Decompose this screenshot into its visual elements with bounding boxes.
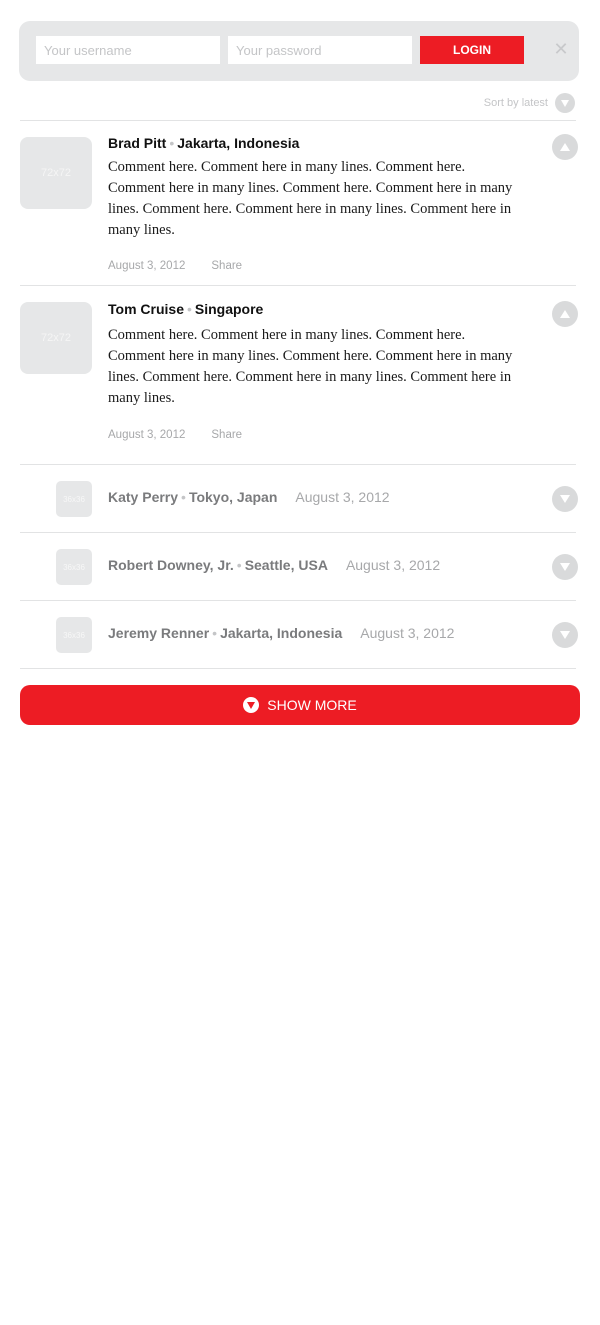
close-icon[interactable]: ✕: [553, 41, 569, 59]
author-location: Jakarta, Indonesia: [177, 135, 300, 151]
separator-dot: •: [181, 489, 186, 505]
comment-header: Robert Downey, Jr. • Seattle, USA August 3,…: [108, 557, 440, 573]
login-button[interactable]: LOGIN: [420, 36, 524, 64]
comment-header: Brad Pitt • Jakarta, Indonesia: [108, 135, 299, 151]
share-link[interactable]: Share: [211, 429, 242, 441]
show-more-label: SHOW MORE: [267, 697, 357, 713]
avatar[interactable]: 36x36: [56, 481, 92, 517]
author-name[interactable]: Robert Downey, Jr.: [108, 557, 234, 573]
expand-button[interactable]: [552, 486, 578, 512]
comment-meta: August 3, 2012 Share: [108, 429, 242, 441]
separator-dot: •: [169, 135, 175, 151]
separator-dot: •: [186, 301, 192, 317]
login-bar: LOGIN ✕: [19, 21, 579, 81]
triangle-down-icon: [560, 563, 570, 571]
author-location: Tokyo, Japan: [188, 489, 278, 505]
password-input[interactable]: [228, 36, 412, 64]
comment-text: Comment here. Comment here in many lines…: [108, 159, 513, 238]
chevron-down-icon: [243, 697, 260, 713]
comment-text: Comment here. Comment here in many lines…: [108, 327, 513, 406]
collapsed-comment-row[interactable]: 36x36 Robert Downey, Jr. • Seattle, USA Aug…: [0, 533, 600, 601]
comment-date: August 3, 2012: [345, 557, 441, 573]
comment-header: Tom Cruise • Singapore: [108, 301, 263, 317]
author-name[interactable]: Katy Perry: [108, 489, 178, 505]
author-location: Seattle, USA: [244, 557, 328, 573]
comment-meta: August 3, 2012 Share: [108, 260, 242, 272]
sort-label: Sort by latest: [483, 97, 548, 109]
vote-up-button[interactable]: [552, 134, 578, 160]
show-more-button[interactable]: SHOW MORE: [20, 685, 580, 725]
author-location: Jakarta, Indonesia: [220, 625, 343, 641]
divider: [20, 668, 576, 669]
comment-date: August 3, 2012: [295, 489, 390, 505]
comment-item: 72x72 Tom Cruise • Singapore Comment here.…: [0, 286, 600, 464]
author-name[interactable]: Jeremy Renner: [108, 625, 209, 641]
expand-button[interactable]: [552, 554, 578, 580]
triangle-up-icon: [560, 310, 570, 318]
comment-date: August 3, 2012: [360, 625, 455, 641]
collapsed-comment-row[interactable]: 36x36 Katy Perry • Tokyo, Japan August 3, 2…: [0, 465, 600, 533]
share-link[interactable]: Share: [211, 260, 242, 272]
avatar[interactable]: 36x36: [56, 549, 92, 585]
sort-control[interactable]: Sort by latest: [484, 93, 575, 113]
separator-dot: •: [212, 625, 218, 641]
avatar[interactable]: 72x72: [20, 137, 92, 209]
author-name[interactable]: Brad Pitt: [108, 135, 166, 151]
expand-button[interactable]: [552, 622, 578, 648]
separator-dot: •: [236, 557, 242, 573]
username-input[interactable]: [36, 36, 220, 64]
triangle-up-icon: [560, 143, 570, 151]
comment-header: Katy Perry • Tokyo, Japan August 3, 2012: [108, 489, 390, 505]
comment-date: August 3, 2012: [108, 429, 186, 441]
chevron-down-icon: [555, 93, 575, 113]
triangle-down-icon: [560, 495, 570, 503]
comment-header: Jeremy Renner • Jakarta, Indonesia August 3…: [108, 625, 454, 641]
vote-up-button[interactable]: [552, 301, 578, 327]
triangle-down-icon: [560, 631, 570, 639]
author-location: Singapore: [194, 301, 264, 317]
collapsed-comment-row[interactable]: 36x36 Jeremy Renner • Jakarta, Indonesia Au…: [0, 601, 600, 669]
avatar[interactable]: 36x36: [56, 617, 92, 653]
author-name[interactable]: Tom Cruise: [108, 301, 184, 317]
comment-item: 72x72 Brad Pitt • Jakarta, Indonesia Comme…: [0, 121, 600, 285]
avatar[interactable]: 72x72: [20, 302, 92, 374]
comment-date: August 3, 2012: [108, 260, 186, 272]
